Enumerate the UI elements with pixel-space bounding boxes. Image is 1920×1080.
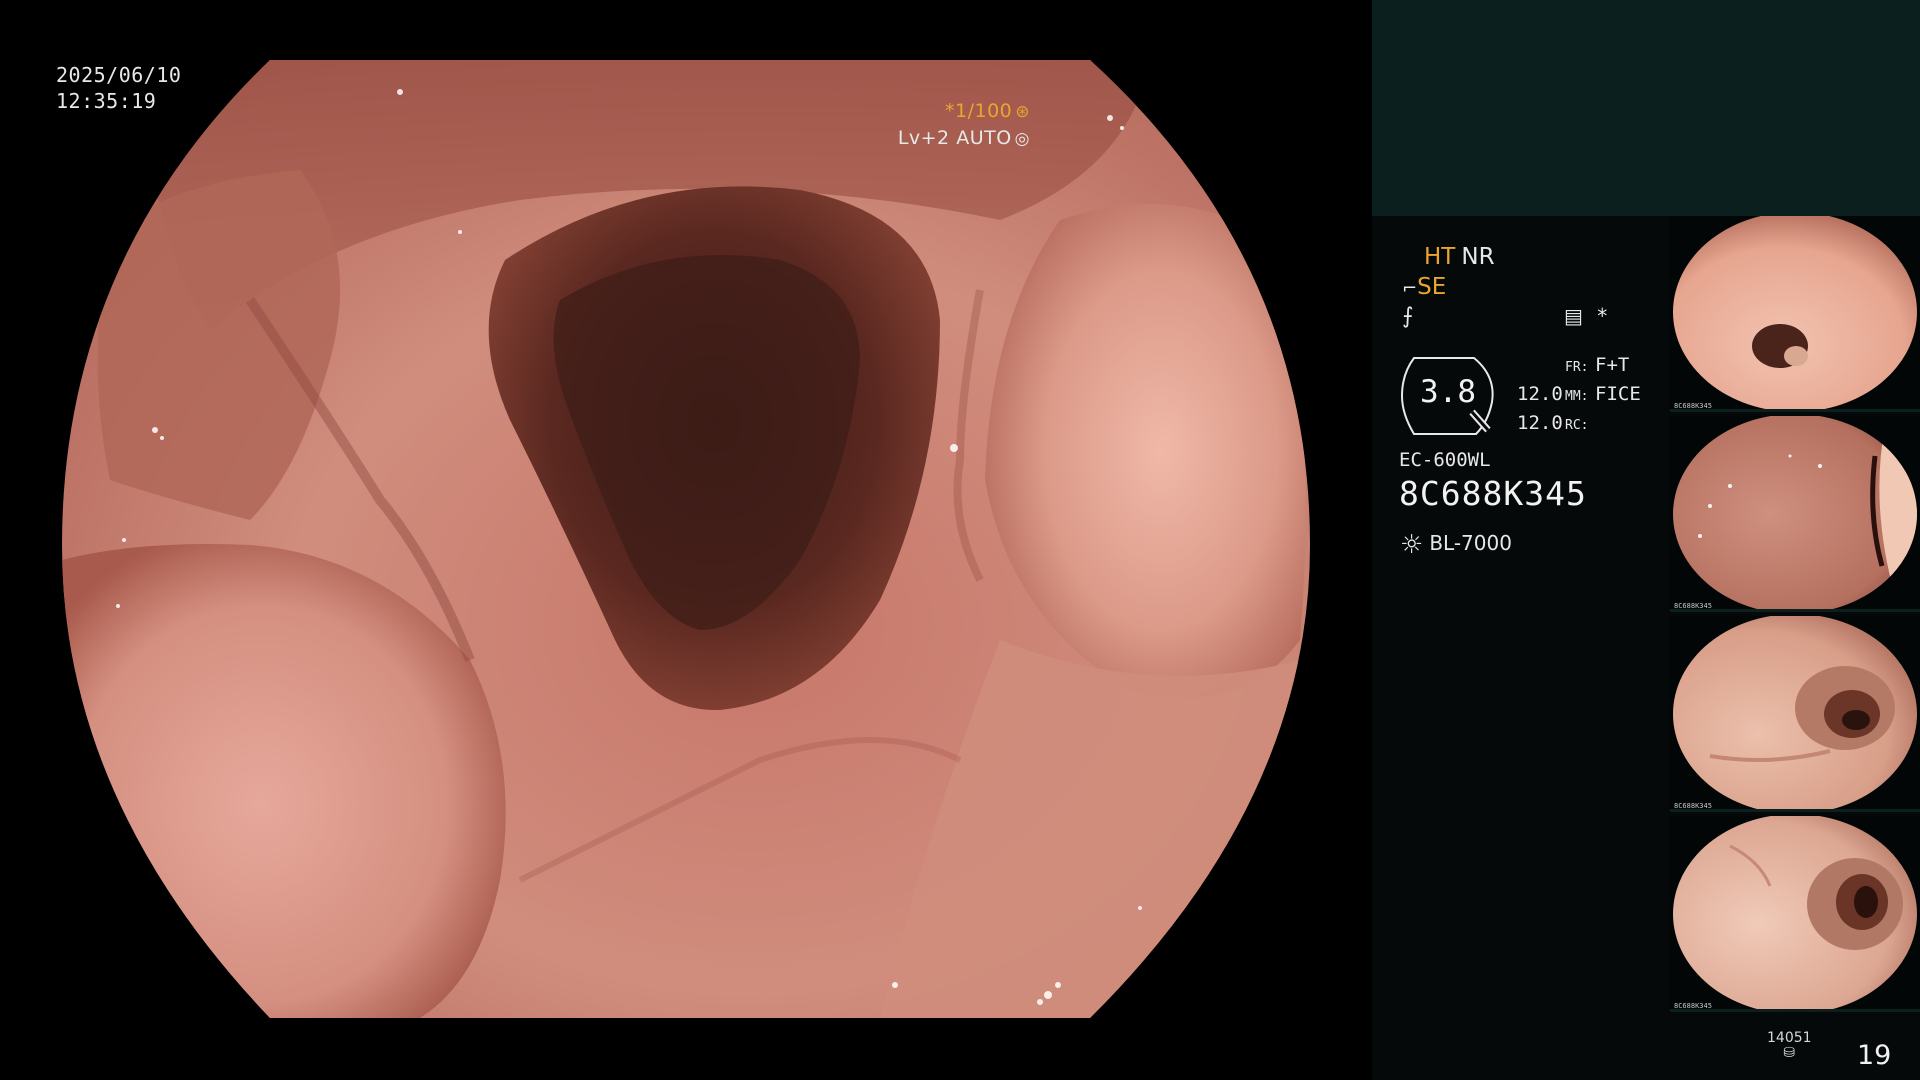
scope-serial: 8C688K345 [1399,474,1587,513]
storage-counter: 14051 ⛁ [1767,1030,1812,1060]
param-key: FR: [1565,360,1589,375]
capture-date: 2025/06/10 [56,63,182,87]
lamp-icon: ☼ [1400,530,1424,560]
param-row-mm: 12.0 MM: FICE [1517,381,1641,410]
thumbnail-1[interactable]: 8C688K345 [1670,216,1920,412]
freeze-icon-row: ⨍ [1402,304,1413,329]
endoscopy-monitor: 2025/06/10 12:35:19 *1/100 ⊛ Lv+2 AUTO ◎ H… [0,0,1920,1080]
iris-ring-icon: ◎ [1014,129,1030,149]
storage-icon: ⛁ [1783,1045,1796,1061]
structure-enhance-icon: ⌐ [1402,278,1418,299]
aperture-icon: ⊛ [1015,102,1030,122]
thumbnail-divider [1670,1009,1920,1012]
param-key: RC: [1565,418,1589,433]
endoscopic-view: 2025/06/10 12:35:19 *1/100 ⊛ Lv+2 AUTO ◎ [0,0,1370,1080]
thumbnail-divider [1670,809,1920,812]
exposure-overlay: *1/100 ⊛ Lv+2 AUTO ◎ [898,98,1030,152]
param-key: MM: [1565,389,1589,404]
frame-count: 19 [1857,1040,1892,1071]
mode-nr-label: NR [1461,244,1495,270]
iris-value: Lv+2 AUTO [897,127,1012,149]
light-source-model: BL-7000 [1429,531,1512,555]
storage-count: 14051 [1767,1030,1812,1046]
settings-icon-row: ▤ * [1564,304,1607,328]
panel-header-area [1372,0,1920,216]
thumbnail-divider [1670,409,1920,412]
param-left-value: 12.0 [1517,383,1563,405]
shutter-readout: *1/100 ⊛ [898,98,1030,125]
structure-enhance-row: ⌐SE [1402,274,1446,300]
endoscopic-image [62,60,1310,1018]
shutter-value: *1/100 [944,100,1013,122]
param-value: FICE [1595,383,1641,405]
param-left-value: 12.0 [1517,412,1563,434]
freeze-icon: ⨍ [1402,304,1414,329]
thumbnail-3[interactable]: 8C688K345 [1670,616,1920,812]
zoom-value: 3.8 [1420,374,1476,410]
param-value: F+T [1595,354,1630,376]
iris-readout: Lv+2 AUTO ◎ [898,125,1030,152]
info-panel: HT NR ⌐SE ⨍ ▤ * 3.8 FR: F+T 12.0 MM: FICE [1372,0,1920,1080]
thumbnail-divider [1670,609,1920,612]
scope-model: EC-600WL [1399,449,1491,471]
param-row-fr: FR: F+T [1517,352,1641,381]
thumbnail-image [1673,416,1917,612]
light-source-row: ☼ BL-7000 [1400,530,1512,560]
image-mode-row: HT NR [1424,244,1495,270]
se-label: SE [1417,274,1447,300]
mode-ht-label: HT [1424,244,1456,270]
settings-list-icon: ▤ [1564,304,1583,328]
thumbnail-2[interactable]: 8C688K345 [1670,416,1920,612]
zoom-badge: 3.8 [1400,352,1504,438]
processing-params: FR: F+T 12.0 MM: FICE 12.0 RC: [1517,352,1641,439]
asterisk-marker: * [1597,304,1608,328]
date-time-overlay: 2025/06/10 12:35:19 [56,62,181,114]
thumbnail-4[interactable]: 8C688K345 [1670,816,1920,1012]
param-row-rc: 12.0 RC: [1517,410,1641,439]
thumbnail-image [1673,216,1917,412]
thumbnail-image [1673,616,1917,812]
capture-time: 12:35:19 [56,89,157,113]
thumbnail-image [1673,816,1917,1012]
